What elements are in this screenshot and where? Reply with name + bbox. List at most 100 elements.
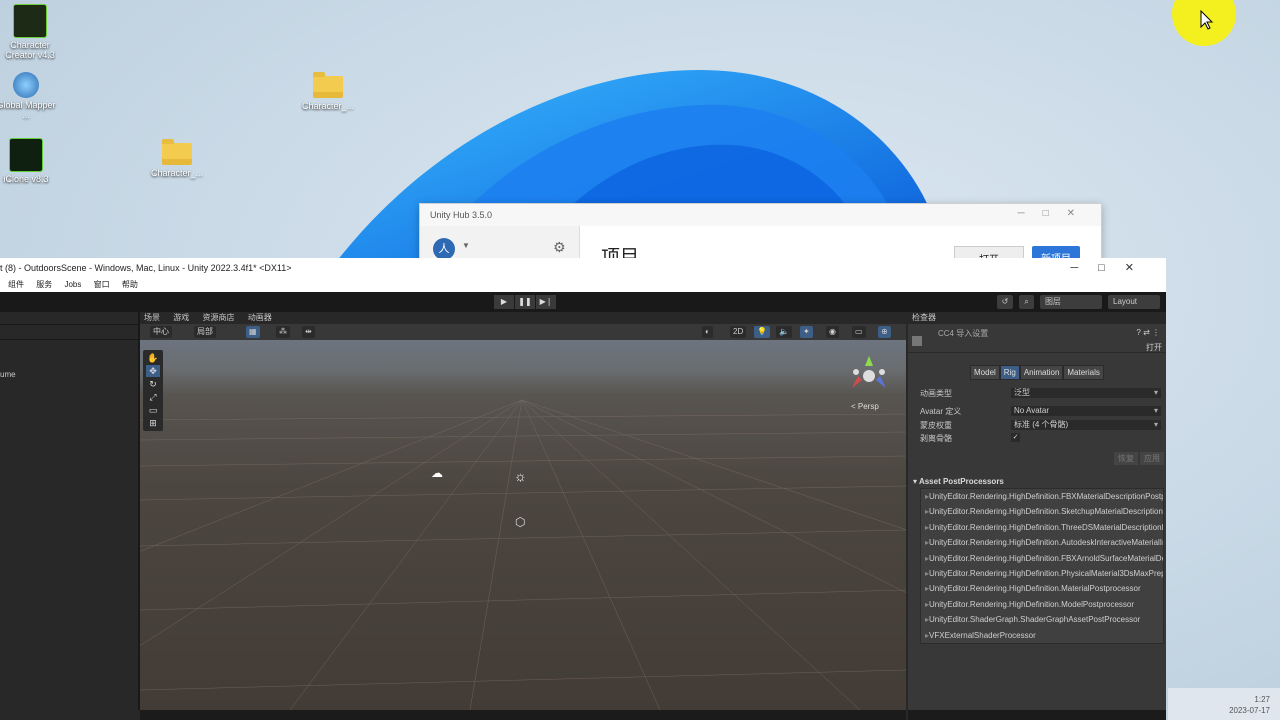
- cube-icon[interactable]: ⬡: [515, 515, 525, 529]
- list-item[interactable]: UnityEditor.Rendering.HighDefinition.Phy…: [921, 566, 1163, 581]
- hierarchy-search-bar[interactable]: [0, 325, 138, 340]
- tab-asset-store[interactable]: 资源商店: [202, 313, 234, 322]
- hierarchy-item[interactable]: ume: [0, 370, 16, 379]
- inspector-panel[interactable]: 检查器 CC4 导入设置 ? ⇄ ⋮ 打开 Model Rig Animation M…: [908, 312, 1166, 720]
- unity-menu-bar: 组件 服务 Jobs 窗口 帮助: [0, 278, 1166, 292]
- avatar-definition-dropdown[interactable]: No Avatar: [1011, 406, 1161, 416]
- light-gizmo-icon[interactable]: ☼: [514, 468, 527, 484]
- toolbar-right: ↺ ⌕ 图层 Layout: [994, 295, 1160, 309]
- pivot-dropdown[interactable]: 中心: [150, 326, 172, 338]
- mode-2d-toggle[interactable]: 2D: [730, 326, 747, 338]
- desktop-folder[interactable]: Character_...: [298, 72, 358, 111]
- field-label: Avatar 定义: [920, 407, 962, 416]
- tab-rig[interactable]: Rig: [999, 365, 1020, 380]
- inspector-header: CC4 导入设置 ? ⇄ ⋮ 打开: [908, 324, 1166, 353]
- persp-label[interactable]: < Persp: [851, 402, 879, 411]
- asset-postprocessors-section: ▾ Asset PostProcessors UnityEditor.Rende…: [908, 476, 1166, 644]
- rotate-tool-icon[interactable]: ↻: [146, 378, 160, 390]
- list-item[interactable]: UnityEditor.Rendering.HighDefinition.Aut…: [921, 535, 1163, 550]
- desktop-icon-character-creator[interactable]: Character Creator v4.3: [0, 4, 60, 60]
- audio-icon[interactable]: 🔈: [776, 326, 792, 338]
- transform-tool-icon[interactable]: ⊞: [146, 417, 160, 429]
- asset-icon: [912, 336, 922, 346]
- menu-item[interactable]: 帮助: [122, 280, 138, 289]
- desktop-icon-global-mapper[interactable]: Global Mapper ...: [0, 72, 56, 120]
- unity-editor-window[interactable]: t (8) - OutdoorsScene - Windows, Mac, Li…: [0, 258, 1166, 720]
- step-icon[interactable]: ▶❘: [536, 295, 556, 309]
- menu-item[interactable]: 窗口: [94, 280, 110, 289]
- inspector-title: CC4 导入设置: [938, 329, 989, 338]
- camera-icon[interactable]: ▭: [852, 326, 866, 338]
- tab-animation[interactable]: Animation: [1019, 365, 1064, 380]
- inspector-open-button[interactable]: 打开: [1146, 342, 1162, 353]
- grid-snap-icon[interactable]: ▦: [246, 326, 260, 338]
- play-icon[interactable]: ▶: [494, 295, 514, 309]
- list-item[interactable]: UnityEditor.Rendering.HighDefinition.Ske…: [921, 504, 1163, 519]
- list-item[interactable]: UnityEditor.Rendering.HighDefinition.Thr…: [921, 520, 1163, 535]
- skin-weights-dropdown[interactable]: 标准 (4 个骨骼): [1011, 420, 1161, 430]
- unity-window-title: t (8) - OutdoorsScene - Windows, Mac, Li…: [0, 263, 292, 273]
- move-tool-icon[interactable]: ✥: [146, 365, 160, 377]
- gizmos-icon[interactable]: ⊕: [878, 326, 891, 338]
- taskbar-tray[interactable]: 1:27 2023-07-17: [1168, 688, 1280, 720]
- pause-icon[interactable]: ❚❚: [515, 295, 535, 309]
- layers-dropdown[interactable]: 图层: [1039, 295, 1102, 309]
- search-icon[interactable]: ⌕: [1019, 295, 1034, 309]
- menu-item[interactable]: 组件: [8, 280, 24, 289]
- shading-icon[interactable]: ◐: [702, 326, 713, 338]
- strip-bones-checkbox[interactable]: ✓: [1011, 433, 1020, 442]
- help-settings-icon[interactable]: ? ⇄ ⋮: [1136, 328, 1160, 337]
- cloud-icon[interactable]: ☁: [431, 466, 443, 480]
- list-item[interactable]: UnityEditor.Rendering.HighDefinition.Mat…: [921, 581, 1163, 596]
- hub-window-controls[interactable]: ─□✕: [1017, 208, 1093, 219]
- scene-panel[interactable]: 场景 游戏 资源商店 动画器 中心 局部 ▦ ⁂ ⇹ ◐ 2D 💡 🔈 ✦ ◉ …: [140, 312, 906, 720]
- scene-gizmo-icon[interactable]: [844, 352, 894, 397]
- tray-date: 2023-07-17: [1229, 706, 1270, 715]
- menu-item[interactable]: 服务: [36, 280, 52, 289]
- snap-icon[interactable]: ⁂: [276, 326, 290, 338]
- list-item[interactable]: UnityEditor.Rendering.HighDefinition.FBX…: [921, 551, 1163, 566]
- tab-inspector[interactable]: 检查器: [908, 312, 1166, 324]
- scene-viewport[interactable]: ✋ ✥ ↻ ⤢ ▭ ⊞ ☁ ☼ ⬡ < Persp: [140, 340, 906, 710]
- apply-button[interactable]: 应用: [1140, 452, 1164, 465]
- list-item[interactable]: VFXExternalShaderProcessor: [921, 628, 1163, 643]
- mouse-cursor-icon: [1200, 10, 1214, 30]
- list-item[interactable]: UnityEditor.Rendering.HighDefinition.FBX…: [921, 489, 1163, 504]
- unity-window-controls[interactable]: ─□✕: [1070, 258, 1154, 278]
- desktop-folder[interactable]: Character_...: [147, 139, 207, 178]
- postprocessors-title: Asset PostProcessors: [918, 477, 1004, 486]
- hierarchy-header: [0, 312, 138, 325]
- visibility-icon[interactable]: ◉: [826, 326, 839, 338]
- menu-item[interactable]: Jobs: [64, 280, 81, 289]
- increment-icon[interactable]: ⇹: [302, 326, 315, 338]
- scene-bottom-bar: [140, 710, 906, 720]
- tab-animator[interactable]: 动画器: [248, 313, 272, 322]
- avatar[interactable]: 人: [433, 238, 455, 260]
- tab-model[interactable]: Model: [970, 365, 1000, 380]
- revert-button[interactable]: 恢复: [1114, 452, 1138, 465]
- field-label: 蒙皮权重: [920, 421, 952, 430]
- tab-scene[interactable]: 场景: [144, 313, 160, 322]
- tab-materials[interactable]: Materials: [1063, 365, 1104, 380]
- hierarchy-panel[interactable]: ume: [0, 312, 140, 710]
- animation-type-dropdown[interactable]: 泛型: [1011, 388, 1161, 398]
- lighting-icon[interactable]: 💡: [754, 326, 770, 338]
- iclone-icon: [9, 138, 43, 172]
- local-dropdown[interactable]: 局部: [194, 326, 216, 338]
- layout-dropdown[interactable]: Layout: [1108, 295, 1160, 309]
- effects-icon[interactable]: ✦: [800, 326, 813, 338]
- list-item[interactable]: UnityEditor.Rendering.HighDefinition.Mod…: [921, 597, 1163, 612]
- gear-icon[interactable]: ⚙: [553, 239, 566, 256]
- tray-time: 1:27: [1254, 695, 1270, 704]
- hand-tool-icon[interactable]: ✋: [146, 352, 160, 364]
- import-tabs: Model Rig Animation Materials: [970, 365, 1104, 380]
- chevron-down-icon[interactable]: ▼: [462, 241, 470, 250]
- list-item[interactable]: UnityEditor.ShaderGraph.ShaderGraphAsset…: [921, 612, 1163, 627]
- postprocessors-foldout[interactable]: ▾ Asset PostProcessors: [908, 476, 1166, 488]
- tab-game[interactable]: 游戏: [173, 313, 189, 322]
- scale-tool-icon[interactable]: ⤢: [146, 391, 160, 403]
- rect-tool-icon[interactable]: ▭: [146, 404, 160, 416]
- desktop-icon-iclone[interactable]: iClone v8.3: [0, 138, 56, 184]
- hub-title: Unity Hub 3.5.0: [420, 204, 1101, 226]
- history-icon[interactable]: ↺: [996, 295, 1014, 309]
